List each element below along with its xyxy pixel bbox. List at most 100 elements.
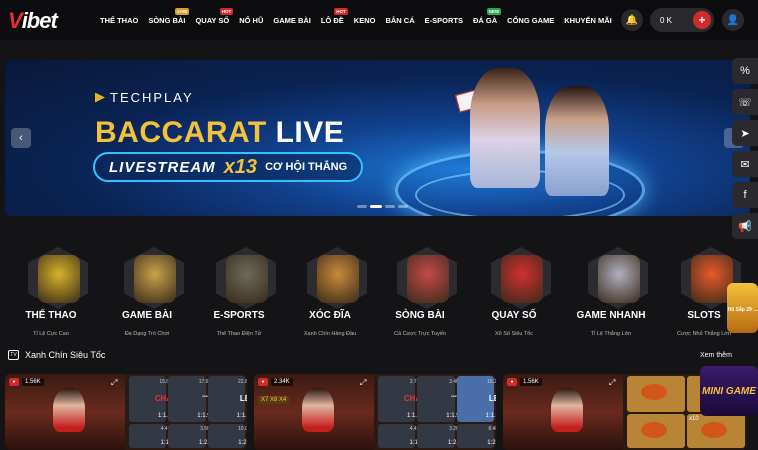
bet-option[interactable]: 3.5M 1:2.6: [168, 424, 212, 448]
category-illustration: [598, 255, 640, 303]
expand-icon[interactable]: ⤢: [111, 378, 117, 388]
nav-badge: HOT: [334, 7, 348, 15]
category-illustration: [226, 255, 268, 303]
category-tile[interactable]: E-SPORTS Thể Thao Điện Tử: [191, 237, 281, 347]
category-tile[interactable]: SÒNG BÀI Cá Cược Trực Tuyến: [372, 237, 462, 347]
nav-item[interactable]: E-SPORTS: [425, 16, 463, 25]
megaphone-icon[interactable]: 📢: [732, 213, 758, 239]
category-artwork: [578, 245, 648, 309]
category-tile[interactable]: XÓC ĐĨA Xanh Chín Hàng Đầu: [282, 237, 372, 347]
bet-option[interactable]: [627, 376, 685, 412]
nav-item[interactable]: SÒNG BÀI LIVE: [148, 7, 190, 25]
bet-option[interactable]: 22.8M LẺ 1:1.96: [207, 376, 247, 422]
live-game-card[interactable]: ● 1.56K ⤢ 15.8M CHẴN 1:1.96 17.6M •••• 1:1.95…: [5, 374, 247, 450]
site-logo[interactable]: V ibet: [8, 8, 58, 34]
support-chat-icon[interactable]: ☏: [732, 89, 758, 115]
bet-option[interactable]: 15.2M LẺ 1:1.95: [456, 376, 496, 422]
nav-item[interactable]: THỂ THAO: [100, 16, 138, 25]
user-avatar-icon[interactable]: 👤: [722, 9, 744, 31]
dealer-image: [551, 388, 583, 432]
dealer-image-left: [470, 68, 540, 188]
live-game-card[interactable]: ● 2.34K X7 X8 X4 ⤢ 3.7M CHẴN 1:1.95 3.4M •••…: [254, 374, 496, 450]
banner-prev-button[interactable]: ‹: [11, 128, 31, 148]
category-title: GAME NHANH: [576, 310, 646, 321]
balance-display[interactable]: 0 K +: [650, 8, 714, 32]
bet-label: LẺ: [239, 394, 247, 403]
category-subtitle: Tỉ Lệ Cực Cao: [33, 331, 69, 337]
bet-label: LẺ: [488, 394, 496, 403]
nav-item[interactable]: QUAY SỐ HOT: [195, 7, 234, 25]
bet-option[interactable]: 8.4M 1:2.6: [456, 424, 496, 448]
section-header: TV Xanh Chín Siêu Tốc: [8, 350, 105, 360]
tagline-label: CƠ HỘI THẮNG: [265, 161, 348, 173]
bet-option[interactable]: 17.6M •••• 1:1.95: [168, 376, 214, 422]
nav-item[interactable]: BẮN CÁ: [385, 16, 414, 25]
banner-brand: TECHPLAY: [95, 90, 194, 105]
promo-gift-icon[interactable]: %: [732, 58, 758, 84]
hero-banner[interactable]: TECHPLAY BACCARAT LIVE LIVESTREAM x13 CƠ…: [5, 60, 750, 216]
telegram-icon[interactable]: ➤: [732, 120, 758, 146]
category-title: SÒNG BÀI: [395, 310, 445, 321]
category-title: QUAY SỐ: [491, 310, 537, 321]
category-illustration: [501, 255, 543, 303]
bet-multiplier: x10: [689, 416, 699, 422]
banner-dot[interactable]: [385, 205, 395, 208]
bet-option[interactable]: 4.4M 1:12: [129, 424, 172, 448]
category-illustration: [407, 255, 449, 303]
see-more-link[interactable]: Xem thêm: [700, 352, 732, 359]
nav-item[interactable]: KHUYẾN MÃI: [564, 16, 612, 25]
page: V ibet THỂ THAO SÒNG BÀI LIVE QUAY SỐ HOT NỔ …: [0, 0, 758, 450]
category-subtitle: Cá Cược Trực Tuyến: [394, 331, 446, 337]
category-tile[interactable]: GAME NHANH Tỉ Lệ Thắng Lớn: [563, 237, 653, 347]
bet-option[interactable]: 3.7M CHẴN 1:1.95: [378, 376, 427, 422]
expand-icon[interactable]: ⤢: [360, 378, 366, 388]
bet-option[interactable]: x10: [687, 414, 745, 448]
category-title: THỂ THAO: [25, 310, 77, 321]
jackpot-promo-badge[interactable]: Hũ Sắp 29 ...: [727, 283, 758, 333]
banner-dot[interactable]: [398, 205, 408, 208]
viewer-count: ● 1.56K: [507, 378, 542, 386]
banner-headline-live: LIVE: [275, 116, 345, 149]
nav-item[interactable]: NỔ HŨ: [239, 16, 263, 25]
messenger-icon[interactable]: ✉: [732, 151, 758, 177]
banner-headline: BACCARAT LIVE: [95, 116, 344, 150]
bet-odds: 1:2.6: [238, 440, 247, 446]
balance-amount: 0 K: [660, 15, 673, 25]
mini-game-button[interactable]: MINI GAME: [700, 366, 758, 416]
category-subtitle: Tỉ Lệ Thắng Lớn: [590, 331, 632, 337]
bet-option[interactable]: 3.2M 1:2.6: [417, 424, 461, 448]
category-tile[interactable]: THỂ THAO Tỉ Lệ Cực Cao: [3, 237, 93, 347]
expand-icon[interactable]: ⤢: [609, 378, 615, 388]
bet-option[interactable]: 4.4M 1:12: [378, 424, 421, 448]
category-subtitle: Xanh Chín Hàng Đầu: [303, 331, 357, 337]
nav-item[interactable]: LÔ ĐỀ HOT: [320, 7, 348, 25]
nav-item[interactable]: GAME BÀI: [273, 16, 311, 25]
bet-option[interactable]: [627, 414, 685, 448]
bet-option[interactable]: 10.0M 1:2.6: [207, 424, 247, 448]
nav-item[interactable]: CỔNG GAME: [507, 16, 554, 25]
notification-bell-icon[interactable]: 🔔: [621, 9, 643, 31]
banner-dot[interactable]: [357, 205, 367, 208]
nav-item-label: LÔ ĐỀ: [320, 15, 344, 25]
bet-grid: 15.8MCHẴN1:1.9617.6M••••1:1.95 22.8M LẺ 1:1…: [129, 376, 247, 448]
nav-item-label: ĐÁ GÀ: [472, 15, 498, 25]
category-strip: THỂ THAO Tỉ Lệ Cực Cao GAME BÀI Đa Dạng Trò…: [0, 237, 758, 347]
multiplier-label: x13: [223, 155, 258, 178]
banner-dot-active[interactable]: [370, 205, 382, 208]
category-tile[interactable]: QUAY SỐ Xổ Số Siêu Tốc: [466, 237, 556, 347]
category-tile[interactable]: GAME BÀI Đa Dạng Trò Chơi: [99, 237, 189, 347]
viewer-count: ● 1.56K: [9, 378, 44, 386]
bet-option[interactable]: 15.8M CHẴN 1:1.96: [129, 376, 178, 422]
nav-item-label: KHUYẾN MÃI: [564, 15, 612, 25]
deposit-button[interactable]: +: [693, 11, 711, 29]
category-artwork: [297, 245, 367, 309]
shrimp-icon: [641, 422, 667, 438]
category-illustration: [134, 255, 176, 303]
nav-item[interactable]: ĐÁ GÀ NEW: [472, 7, 502, 25]
banner-livestream-pill: LIVESTREAM x13 CƠ HỘI THẮNG: [93, 152, 363, 182]
facebook-icon[interactable]: f: [732, 182, 758, 208]
logo-text: ibet: [21, 8, 58, 33]
bet-option[interactable]: 3.4M •••• 1:1.95: [417, 376, 463, 422]
nav-item[interactable]: KENO: [354, 16, 376, 25]
category-subtitle: Xổ Số Siêu Tốc: [494, 331, 534, 337]
